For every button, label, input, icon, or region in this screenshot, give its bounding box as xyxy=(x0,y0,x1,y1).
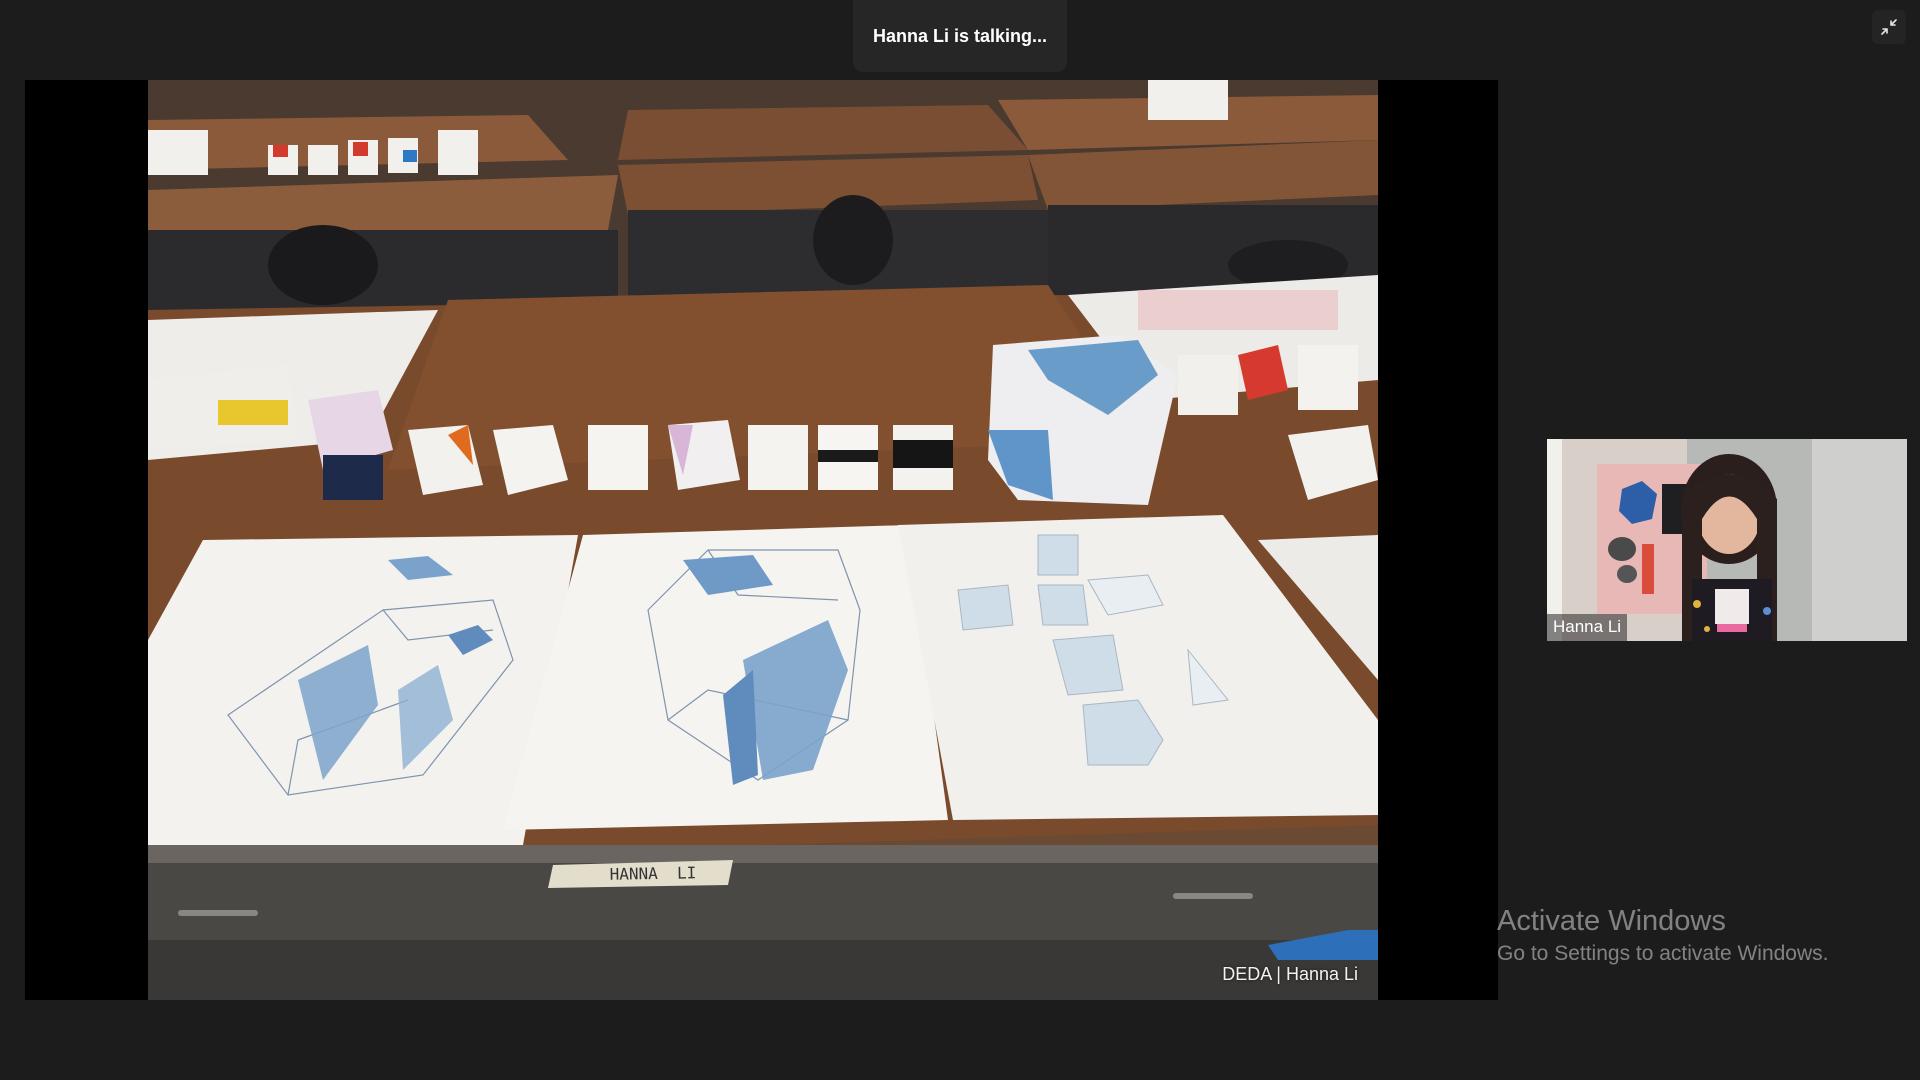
activate-windows-subtitle: Go to Settings to activate Windows. xyxy=(1497,942,1829,965)
exit-fullscreen-icon xyxy=(1881,19,1897,35)
activate-windows-watermark: Activate Windows Go to Settings to activ… xyxy=(1497,903,1829,969)
participant-video-tile[interactable]: Hanna Li xyxy=(1547,439,1907,641)
share-caption: DEDA | Hanna Li xyxy=(1222,964,1358,984)
desk-name-label: HANNA LI xyxy=(609,863,697,884)
participant-video xyxy=(1547,439,1907,641)
screen-share-view[interactable]: HANNA LI DEDA | Hanna Li xyxy=(25,80,1498,1000)
activate-windows-title: Activate Windows xyxy=(1497,905,1726,937)
active-speaker-banner: Hanna Li is talking... xyxy=(853,0,1067,72)
active-speaker-text: Hanna Li is talking... xyxy=(872,25,1048,46)
exit-fullscreen-button[interactable] xyxy=(1872,10,1906,44)
meeting-stage: Hanna Li is talking... HANNA LI DEDA | H… xyxy=(0,0,1920,1080)
participant-name-label: Hanna Li xyxy=(1547,614,1628,641)
shared-photo: HANNA LI xyxy=(148,80,1378,1000)
